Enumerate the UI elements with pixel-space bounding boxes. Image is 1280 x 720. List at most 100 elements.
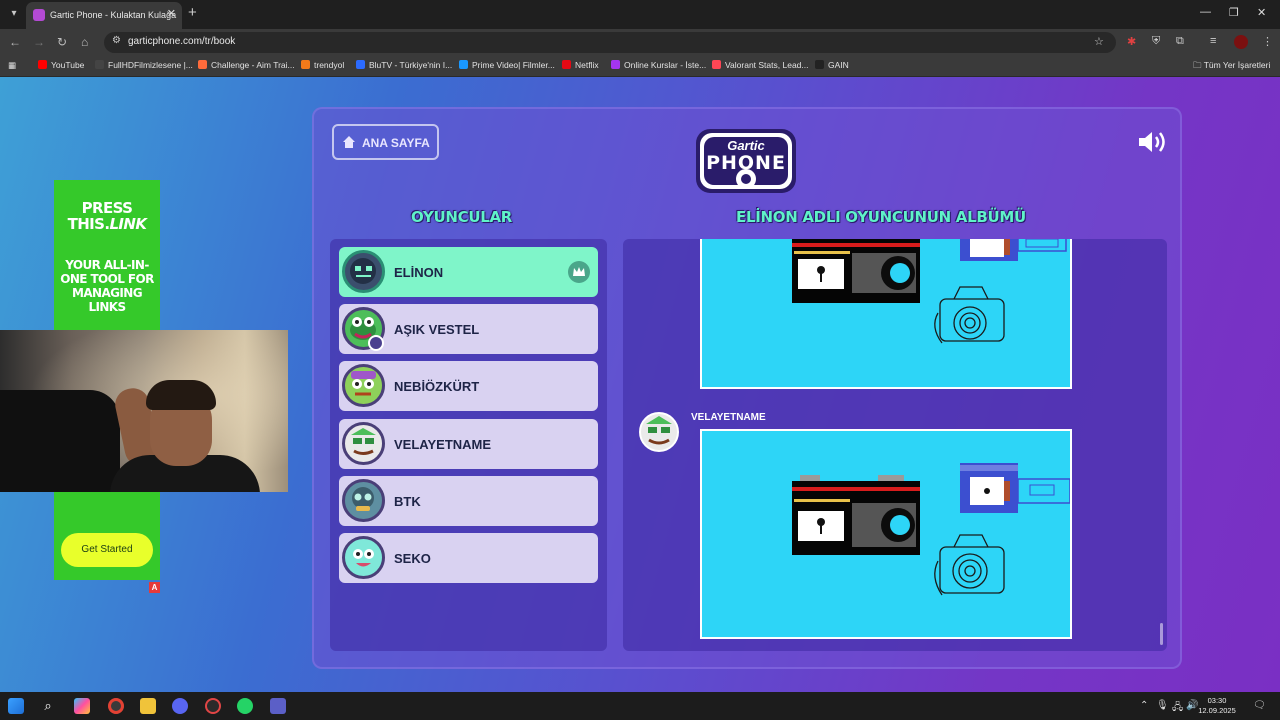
camera-drawing bbox=[792, 239, 1067, 344]
album-drawing bbox=[700, 429, 1072, 639]
bookmark-item[interactable]: GAIN bbox=[815, 60, 849, 70]
players-list: ELİNON AŞIK VESTEL NEBİÖZKÜRT VELAYETNAM… bbox=[330, 239, 607, 651]
clock-time: 03:30 bbox=[1207, 696, 1227, 705]
tray-chevron-icon[interactable]: ⌃ bbox=[1140, 700, 1148, 711]
back-icon[interactable]: ← bbox=[9, 35, 21, 49]
address-bar[interactable]: ⚙ garticphone.com/tr/book bbox=[104, 32, 1116, 53]
logo-line1: Gartic bbox=[727, 138, 765, 153]
bookmark-favicon-icon bbox=[459, 60, 468, 69]
bookmark-item[interactable]: FullHDFilmizlesene |... bbox=[95, 60, 193, 70]
windows-taskbar: ⌕ ⌃ 🎙 🖧 🔊 03:30 12.09.2025 🗨 bbox=[0, 692, 1280, 720]
copilot-icon[interactable] bbox=[74, 698, 90, 714]
player-avatar bbox=[342, 422, 385, 465]
obs-icon[interactable] bbox=[205, 698, 221, 714]
minimize-icon[interactable]: — bbox=[1200, 6, 1211, 18]
logo-line2: PHONE bbox=[706, 152, 786, 174]
bookmark-star-icon[interactable]: ☆ bbox=[1094, 35, 1104, 48]
bookmark-item[interactable]: Challenge - Aim Trai... bbox=[198, 60, 295, 70]
ad-choices-badge[interactable]: A bbox=[149, 582, 160, 593]
player-avatar bbox=[342, 364, 385, 407]
author-name: VELAYETNAME bbox=[691, 412, 766, 423]
ad-cta-button[interactable]: Get Started bbox=[61, 533, 153, 567]
close-tab-icon[interactable]: ✕ bbox=[167, 7, 176, 20]
player-name: BTK bbox=[394, 494, 421, 509]
tab-list-chevron-icon[interactable]: ▾ bbox=[6, 6, 22, 22]
player-item[interactable]: BTK bbox=[339, 476, 598, 526]
bookmark-favicon-icon bbox=[95, 60, 104, 69]
player-item[interactable]: NEBİÖZKÜRT bbox=[339, 361, 598, 411]
browser-tab[interactable]: Gartic Phone - Kulaktan Kulağa ✕ bbox=[26, 2, 182, 29]
home-icon[interactable]: ⌂ bbox=[81, 35, 88, 49]
bookmark-item[interactable]: Prime Video| Filmler... bbox=[459, 60, 555, 70]
all-bookmarks-folder[interactable]: 🗀 Tüm Yer İşaretleri bbox=[1193, 60, 1270, 74]
bookmark-favicon-icon bbox=[712, 60, 721, 69]
player-item[interactable]: VELAYETNAME bbox=[339, 419, 598, 469]
url-text: garticphone.com/tr/book bbox=[128, 36, 236, 47]
bookmark-item[interactable]: BluTV - Türkiye'nin I... bbox=[356, 60, 452, 70]
menu-kebab-icon[interactable]: ⋮ bbox=[1262, 35, 1273, 48]
ad-subline: YOUR ALL-IN-ONE TOOL FOR MANAGING LINKS bbox=[60, 258, 154, 314]
network-icon[interactable]: 🖧 bbox=[1172, 700, 1183, 717]
bookmark-item[interactable]: Netflix bbox=[562, 60, 599, 70]
album-scrollbar[interactable] bbox=[1160, 623, 1163, 645]
bookmark-favicon-icon bbox=[356, 60, 365, 69]
reload-icon[interactable]: ↻ bbox=[57, 35, 67, 49]
home-icon bbox=[342, 135, 356, 152]
apps-grid-icon[interactable]: ▦ bbox=[8, 60, 16, 71]
gartic-phone-logo: Gartic PHONE bbox=[686, 125, 806, 197]
teams-icon[interactable] bbox=[270, 698, 286, 714]
extension-red-icon[interactable]: ✱ bbox=[1127, 35, 1136, 48]
site-info-icon[interactable]: ⚙ bbox=[112, 35, 121, 46]
notification-icon[interactable]: 🗨 bbox=[1253, 700, 1266, 711]
bookmark-item[interactable]: trendyol bbox=[301, 60, 344, 70]
player-avatar bbox=[342, 250, 385, 293]
player-name: ELİNON bbox=[394, 265, 444, 280]
window-close-icon[interactable]: ✕ bbox=[1257, 6, 1266, 19]
start-windows-icon[interactable] bbox=[8, 698, 24, 714]
camera-drawing bbox=[792, 463, 1071, 596]
browser-toolbar: ← → ↻ ⌂ ⚙ garticphone.com/tr/book ☆ ✱ ⛨ … bbox=[0, 29, 1280, 56]
extensions-puzzle-icon[interactable]: ⧉ bbox=[1176, 35, 1184, 48]
album-title: ELİNON ADLI OYUNCUNUN ALBÜMÜ bbox=[736, 208, 1026, 226]
bookmark-item[interactable]: YouTube bbox=[38, 60, 84, 70]
bookmark-favicon-icon bbox=[815, 60, 824, 69]
ad-headline: PRESS THIS.LINK bbox=[67, 199, 147, 233]
bookmark-item[interactable]: Online Kurslar - İste... bbox=[611, 60, 706, 70]
media-controls-icon[interactable]: ≡ bbox=[1210, 35, 1216, 47]
player-item[interactable]: ELİNON bbox=[339, 247, 598, 297]
bookmark-favicon-icon bbox=[562, 60, 571, 69]
volume-icon[interactable]: 🔊 bbox=[1186, 700, 1198, 711]
gartic-favicon-icon bbox=[33, 9, 45, 21]
profile-avatar[interactable] bbox=[1234, 35, 1248, 49]
player-name: AŞIK VESTEL bbox=[394, 322, 480, 337]
restore-icon[interactable]: ❐ bbox=[1229, 6, 1239, 19]
player-item[interactable]: SEKO bbox=[339, 533, 598, 583]
user-badge-icon bbox=[368, 335, 384, 351]
album-viewer[interactable]: VELAYETNAME bbox=[623, 239, 1167, 651]
player-name: VELAYETNAME bbox=[394, 437, 492, 452]
bookmark-item[interactable]: Valorant Stats, Lead... bbox=[712, 60, 808, 70]
microphone-icon[interactable]: 🎙 bbox=[1156, 700, 1169, 711]
new-tab-icon[interactable]: + bbox=[188, 4, 197, 21]
system-clock[interactable]: 03:30 12.09.2025 bbox=[1198, 696, 1236, 716]
players-title: OYUNCULAR bbox=[411, 208, 513, 226]
sound-toggle-button[interactable] bbox=[1137, 129, 1169, 155]
player-avatar bbox=[342, 536, 385, 579]
player-item[interactable]: AŞIK VESTEL bbox=[339, 304, 598, 354]
bookmark-favicon-icon bbox=[301, 60, 310, 69]
chrome-icon[interactable] bbox=[108, 698, 124, 714]
tab-bar: ▾ Gartic Phone - Kulaktan Kulağa ✕ + — ❐… bbox=[0, 0, 1280, 29]
whatsapp-icon[interactable] bbox=[237, 698, 253, 714]
search-icon[interactable]: ⌕ bbox=[40, 698, 56, 714]
shield-extension-icon[interactable]: ⛨ bbox=[1152, 35, 1160, 48]
streamer-hair bbox=[146, 380, 216, 410]
discord-icon[interactable] bbox=[172, 698, 188, 714]
home-button[interactable]: ANA SAYFA bbox=[332, 124, 439, 160]
clock-date: 12.09.2025 bbox=[1198, 706, 1236, 715]
bookmark-favicon-icon bbox=[611, 60, 620, 69]
player-name: NEBİÖZKÜRT bbox=[394, 379, 480, 394]
folder-icon: 🗀 bbox=[1193, 60, 1204, 70]
file-explorer-icon[interactable] bbox=[140, 698, 156, 714]
player-name: SEKO bbox=[394, 551, 431, 566]
forward-icon[interactable]: → bbox=[33, 35, 45, 49]
